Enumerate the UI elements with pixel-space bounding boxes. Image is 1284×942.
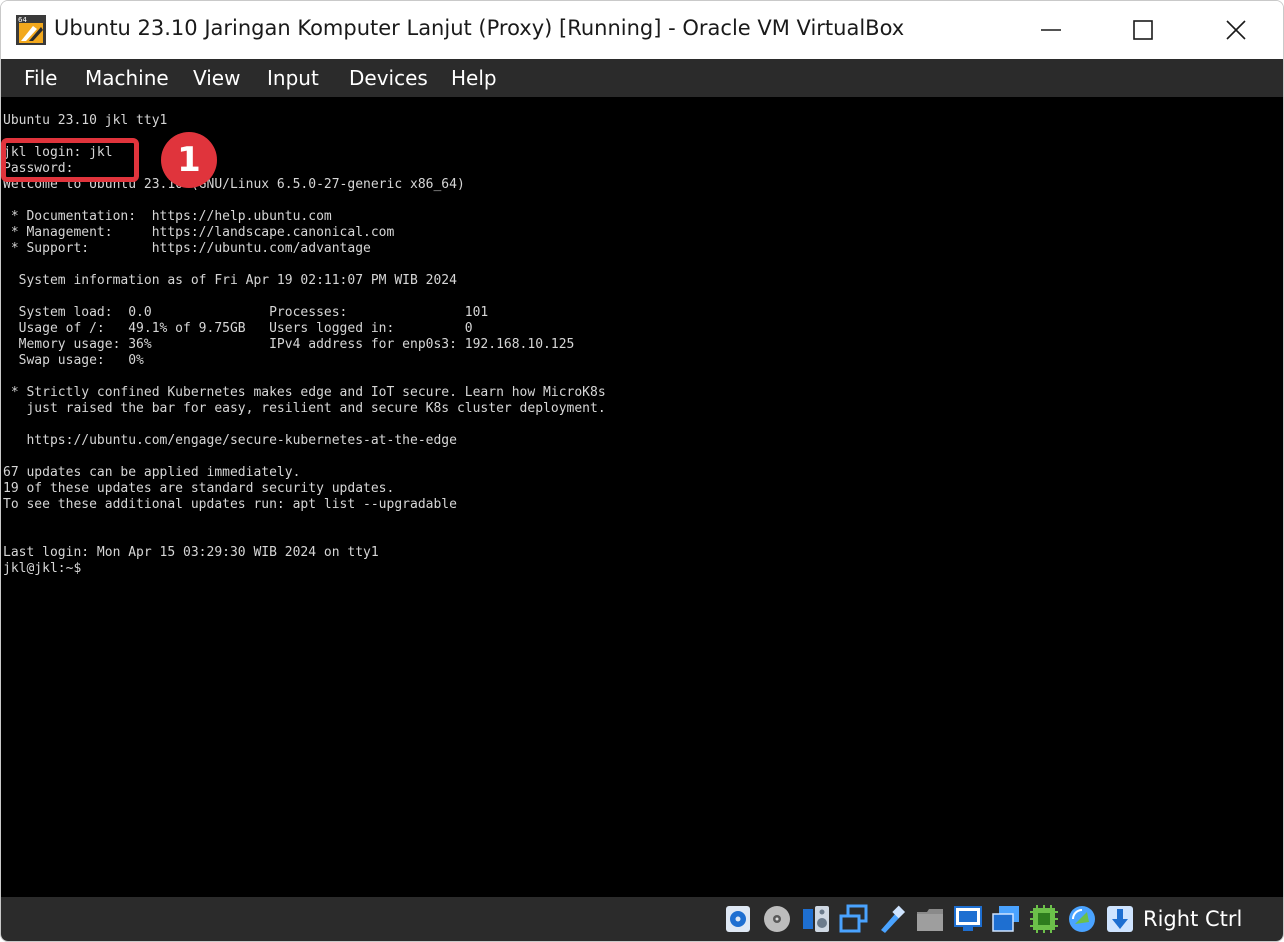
audio-icon[interactable] bbox=[801, 904, 831, 934]
console-line: Swap usage: 0% bbox=[3, 353, 144, 368]
menu-input[interactable]: Input bbox=[267, 64, 319, 92]
console-line: https://ubuntu.com/engage/secure-kuberne… bbox=[3, 433, 457, 448]
maximize-icon bbox=[1133, 20, 1153, 40]
menu-help[interactable]: Help bbox=[451, 64, 497, 92]
minimize-icon bbox=[1041, 29, 1061, 31]
console-line: 67 updates can be applied immediately. bbox=[3, 465, 301, 480]
step-badge: 1 bbox=[161, 132, 217, 188]
host-key-label[interactable]: Right Ctrl bbox=[1143, 905, 1242, 933]
title-bar[interactable]: 64 Ubuntu 23.10 Jaringan Komputer Lanjut… bbox=[1, 1, 1283, 59]
menu-machine[interactable]: Machine bbox=[85, 64, 169, 92]
console-line: Usage of /: 49.1% of 9.75GB Users logged… bbox=[3, 321, 473, 336]
console-line: System load: 0.0 Processes: 101 bbox=[3, 305, 489, 320]
console-line: just raised the bar for easy, resilient … bbox=[3, 401, 606, 416]
usb-icon[interactable] bbox=[877, 904, 907, 934]
virtualbox-window: 64 Ubuntu 23.10 Jaringan Komputer Lanjut… bbox=[0, 0, 1284, 942]
terminal-console[interactable]: Ubuntu 23.10 jkl tty1 jkl login: jkl Passw… bbox=[3, 113, 606, 577]
console-line: * Documentation: https://help.ubuntu.com bbox=[3, 209, 332, 224]
menu-bar: File Machine View Input Devices Help bbox=[1, 59, 1283, 97]
network-icon[interactable] bbox=[839, 904, 869, 934]
console-line: * Management: https://landscape.canonica… bbox=[3, 225, 395, 240]
maximize-button[interactable] bbox=[1097, 1, 1189, 59]
vm-display[interactable]: Ubuntu 23.10 jkl tty1 jkl login: jkl Passw… bbox=[1, 97, 1283, 897]
app-icon-badge: 64 bbox=[18, 16, 27, 24]
display-icon[interactable] bbox=[953, 904, 983, 934]
console-line: To see these additional updates run: apt… bbox=[3, 497, 457, 512]
menu-file[interactable]: File bbox=[24, 64, 57, 92]
close-icon bbox=[1226, 20, 1246, 40]
menu-view[interactable]: View bbox=[193, 64, 240, 92]
console-line: * Support: https://ubuntu.com/advantage bbox=[3, 241, 371, 256]
console-line: 19 of these updates are standard securit… bbox=[3, 481, 395, 496]
keyboard-capture-icon[interactable] bbox=[1105, 904, 1135, 934]
login-highlight-box bbox=[1, 138, 139, 182]
optical-drive-icon[interactable] bbox=[762, 904, 792, 934]
status-bar: Right Ctrl bbox=[1, 897, 1283, 941]
close-button[interactable] bbox=[1190, 1, 1282, 59]
console-line: Last login: Mon Apr 15 03:29:30 WIB 2024… bbox=[3, 545, 379, 560]
console-line: Memory usage: 36% IPv4 address for enp0s… bbox=[3, 337, 575, 352]
console-line: jkl@jkl:~$ bbox=[3, 561, 82, 576]
cpu-virtualization-icon[interactable] bbox=[1029, 904, 1059, 934]
console-line: Ubuntu 23.10 jkl tty1 bbox=[3, 113, 168, 128]
console-line: * Strictly confined Kubernetes makes edg… bbox=[3, 385, 606, 400]
virtualbox-app-icon: 64 bbox=[16, 15, 46, 45]
mouse-integration-icon[interactable] bbox=[1067, 904, 1097, 934]
console-line: System information as of Fri Apr 19 02:1… bbox=[3, 273, 457, 288]
menu-devices[interactable]: Devices bbox=[349, 64, 428, 92]
minimize-button[interactable] bbox=[1005, 1, 1097, 59]
hard-disk-icon[interactable] bbox=[723, 904, 753, 934]
shared-folders-icon[interactable] bbox=[915, 904, 945, 934]
recording-icon[interactable] bbox=[991, 904, 1021, 934]
window-title: Ubuntu 23.10 Jaringan Komputer Lanjut (P… bbox=[54, 16, 905, 40]
